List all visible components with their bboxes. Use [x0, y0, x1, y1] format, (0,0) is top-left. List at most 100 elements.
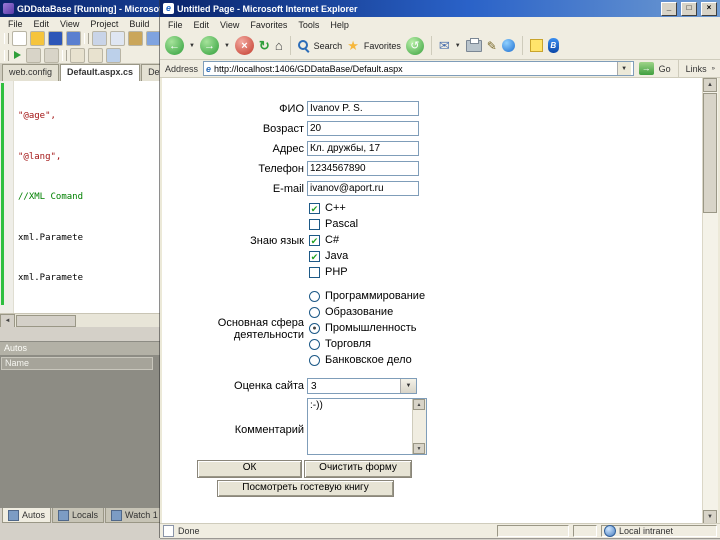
refresh-icon[interactable]: ↻ [259, 39, 270, 52]
scroll-up-icon[interactable]: ▲ [703, 78, 717, 92]
scroll-down-icon[interactable]: ▼ [703, 510, 717, 524]
comment-textarea[interactable]: :-)) ▲ ▼ [307, 398, 427, 455]
checkbox-pascal[interactable] [309, 219, 320, 230]
mail-icon[interactable]: ✉ [439, 39, 450, 52]
home-icon[interactable]: ⌂ [275, 39, 283, 52]
address-input-field[interactable] [307, 141, 419, 156]
favorites-icon[interactable]: ★ [347, 39, 359, 52]
toolbar-grip[interactable] [4, 49, 9, 61]
checkbox-php[interactable] [309, 267, 320, 278]
panel-tab-locals[interactable]: Locals [52, 508, 105, 523]
tab-default-aspx-cs[interactable]: Default.aspx.cs [60, 64, 141, 81]
ok-button[interactable]: ОК [197, 460, 302, 478]
ie-menu-view[interactable]: View [220, 20, 239, 30]
ie-menu-file[interactable]: File [168, 20, 183, 30]
ie-menu-help[interactable]: Help [330, 20, 349, 30]
links-label[interactable]: Links [686, 64, 707, 74]
panel-tab-autos[interactable]: Autos [2, 508, 52, 523]
mail-dropdown-icon[interactable]: ▼ [455, 43, 461, 49]
hscroll-thumb[interactable] [16, 314, 76, 327]
address-dropdown-icon[interactable]: ▼ [616, 62, 631, 75]
radio-education-label[interactable]: Образование [325, 306, 393, 318]
search-icon[interactable] [297, 40, 309, 51]
paste-icon[interactable] [128, 31, 143, 46]
minimize-button[interactable]: _ [661, 1, 677, 16]
close-button[interactable]: × [701, 1, 717, 16]
radio-programming-label[interactable]: Программирование [325, 290, 425, 302]
clear-form-button[interactable]: Очистить форму [304, 460, 412, 478]
break-all-icon[interactable] [26, 47, 41, 63]
checkbox-cpp-label[interactable]: C++ [325, 202, 346, 214]
new-file-icon[interactable] [12, 31, 27, 46]
checkbox-cpp[interactable]: ✔ [309, 203, 320, 214]
cut-icon[interactable] [92, 31, 107, 46]
checkbox-java[interactable]: ✔ [309, 251, 320, 262]
vscroll-thumb[interactable] [703, 93, 717, 213]
radio-programming[interactable] [309, 291, 320, 302]
save-icon[interactable] [48, 31, 63, 46]
forward-icon[interactable]: → [199, 36, 219, 55]
links-chevron-icon[interactable]: » [712, 66, 715, 72]
maximize-button[interactable]: □ [681, 1, 697, 16]
vs-menu-project[interactable]: Project [90, 19, 118, 29]
scroll-down-icon[interactable]: ▼ [413, 443, 425, 454]
email-input[interactable] [307, 181, 419, 196]
stop-icon[interactable]: × [234, 36, 254, 55]
autos-name-column-header[interactable]: Name [1, 357, 153, 370]
rating-select[interactable]: 3 ▼ [307, 378, 417, 394]
checkbox-pascal-label[interactable]: Pascal [325, 218, 358, 230]
search-label[interactable]: Search [314, 41, 343, 51]
scroll-left-icon[interactable]: ◄ [0, 313, 15, 327]
vs-menu-edit[interactable]: Edit [34, 19, 50, 29]
vs-menu-build[interactable]: Build [129, 19, 149, 29]
radio-trade[interactable] [309, 339, 320, 350]
toolbar-grip[interactable] [4, 33, 9, 44]
ie-menu-tools[interactable]: Tools [298, 20, 319, 30]
history-icon[interactable]: ↺ [405, 36, 424, 55]
panel-tab-watch[interactable]: Watch 1 [105, 508, 164, 523]
radio-industry[interactable]: ● [309, 323, 320, 334]
forward-dropdown-icon[interactable]: ▼ [224, 43, 230, 49]
vs-menu-view[interactable]: View [60, 19, 79, 29]
vs-menu-file[interactable]: File [8, 19, 23, 29]
view-guestbook-button[interactable]: Посмотреть гостевую книгу [217, 480, 394, 497]
copy-icon[interactable] [110, 31, 125, 46]
undo-icon[interactable] [146, 31, 161, 46]
textarea-scrollbar[interactable]: ▲ ▼ [412, 399, 426, 454]
go-icon[interactable]: → [638, 62, 654, 75]
stop-debug-icon[interactable] [44, 47, 59, 63]
age-input[interactable] [307, 121, 419, 136]
ie-menu-edit[interactable]: Edit [194, 20, 210, 30]
ie-titlebar[interactable]: e Untitled Page - Microsoft Internet Exp… [160, 0, 720, 17]
step-into-icon[interactable] [88, 47, 103, 63]
checkbox-csharp-label[interactable]: C# [325, 234, 339, 246]
radio-banking[interactable] [309, 355, 320, 366]
toolbar-grip[interactable] [62, 49, 67, 61]
save-all-icon[interactable] [66, 31, 81, 46]
start-debug-icon[interactable] [14, 51, 21, 59]
back-icon[interactable]: ← [165, 36, 184, 55]
url-text[interactable]: http://localhost:1406/GDDataBase/Default… [214, 64, 614, 74]
radio-trade-label[interactable]: Торговля [325, 338, 371, 350]
bluetooth-icon[interactable]: B [547, 38, 559, 53]
edit-icon[interactable]: ✎ [487, 40, 497, 52]
fio-input[interactable] [307, 101, 419, 116]
checkbox-php-label[interactable]: PHP [325, 266, 348, 278]
print-icon[interactable] [465, 37, 482, 52]
select-dropdown-icon[interactable]: ▼ [400, 379, 416, 393]
checkbox-java-label[interactable]: Java [325, 250, 348, 262]
comment-text[interactable]: :-)) [310, 400, 411, 453]
notes-icon[interactable] [529, 39, 543, 52]
breakpoint-icon[interactable] [106, 47, 121, 63]
step-over-icon[interactable] [70, 47, 85, 63]
checkbox-csharp[interactable]: ✔ [309, 235, 320, 246]
radio-education[interactable] [309, 307, 320, 318]
address-input[interactable]: e http://localhost:1406/GDDataBase/Defau… [203, 61, 634, 76]
back-dropdown-icon[interactable]: ▼ [189, 43, 195, 49]
favorites-label[interactable]: Favorites [364, 41, 401, 51]
radio-industry-label[interactable]: Промышленность [325, 322, 417, 334]
ie-menu-favorites[interactable]: Favorites [250, 20, 287, 30]
toolbar-grip[interactable] [84, 33, 89, 44]
tab-web-config[interactable]: web.config [2, 64, 60, 81]
radio-banking-label[interactable]: Банковское дело [325, 354, 412, 366]
